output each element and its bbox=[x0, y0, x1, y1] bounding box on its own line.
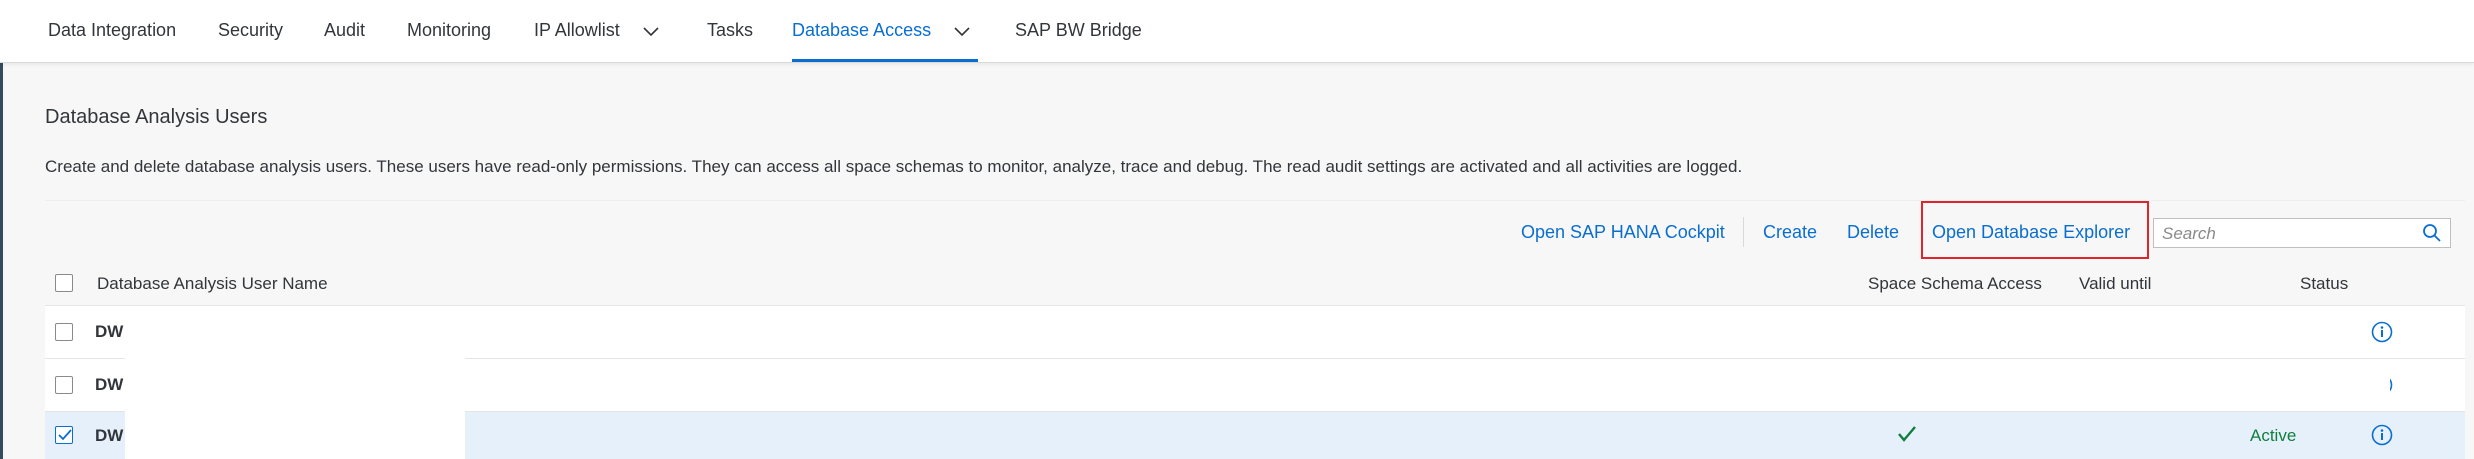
status-badge: Active bbox=[2250, 426, 2297, 445]
info-icon[interactable] bbox=[2371, 424, 2393, 451]
user-name-cell: DW bbox=[95, 322, 124, 341]
table-row[interactable]: DW bbox=[45, 306, 2465, 359]
space-access-check-icon bbox=[1897, 425, 1917, 448]
column-header-user-name[interactable]: Database Analysis User Name bbox=[97, 262, 328, 305]
tab-data-integration[interactable]: Data Integration bbox=[48, 0, 176, 62]
tab-security[interactable]: Security bbox=[218, 0, 283, 62]
chevron-down-icon[interactable] bbox=[643, 1, 659, 61]
search-icon[interactable] bbox=[2422, 223, 2442, 248]
open-hana-cockpit-button[interactable]: Open SAP HANA Cockpit bbox=[1521, 201, 1725, 263]
column-header-valid-until[interactable]: Valid until bbox=[2079, 262, 2151, 305]
redacted-area bbox=[125, 355, 465, 459]
create-button[interactable]: Create bbox=[1763, 201, 1817, 263]
tab-tasks[interactable]: Tasks bbox=[707, 0, 753, 62]
analysis-users-table: Open SAP HANA Cockpit Create Delete Open… bbox=[45, 200, 2465, 459]
section-description: Create and delete database analysis user… bbox=[45, 157, 1743, 176]
tab-database-access[interactable]: Database Access bbox=[792, 0, 978, 62]
table-toolbar: Open SAP HANA Cockpit Create Delete Open… bbox=[45, 200, 2465, 264]
row-checkbox[interactable] bbox=[55, 376, 73, 394]
user-name-cell: DW bbox=[95, 426, 124, 445]
user-name-cell: DW bbox=[95, 375, 124, 394]
toolbar-separator bbox=[1743, 217, 1744, 247]
select-all-checkbox[interactable] bbox=[55, 274, 73, 292]
delete-button[interactable]: Delete bbox=[1847, 201, 1899, 263]
search-field[interactable] bbox=[2153, 218, 2451, 248]
redacted-area bbox=[1920, 359, 2390, 411]
open-database-explorer-button[interactable]: Open Database Explorer bbox=[1932, 201, 2130, 263]
tab-sap-bw-bridge[interactable]: SAP BW Bridge bbox=[1015, 0, 1142, 62]
section-title: Database Analysis Users bbox=[45, 106, 268, 128]
table-header: Database Analysis User Name Space Schema… bbox=[45, 262, 2465, 306]
column-header-status[interactable]: Status bbox=[2300, 262, 2348, 305]
tab-monitoring[interactable]: Monitoring bbox=[407, 0, 491, 62]
tab-ip-allowlist[interactable]: IP Allowlist bbox=[534, 0, 659, 62]
search-input[interactable] bbox=[2160, 222, 2414, 246]
row-checkbox[interactable] bbox=[55, 323, 73, 341]
chevron-down-icon[interactable] bbox=[954, 1, 970, 61]
row-checkbox-checked[interactable] bbox=[55, 426, 73, 444]
top-tab-bar: Data Integration Security Audit Monitori… bbox=[0, 0, 2474, 63]
column-header-space-schema-access[interactable]: Space Schema Access bbox=[1868, 262, 2042, 305]
tab-audit[interactable]: Audit bbox=[324, 0, 365, 62]
info-icon[interactable] bbox=[2371, 321, 2393, 348]
shell-left-edge bbox=[0, 0, 3, 459]
